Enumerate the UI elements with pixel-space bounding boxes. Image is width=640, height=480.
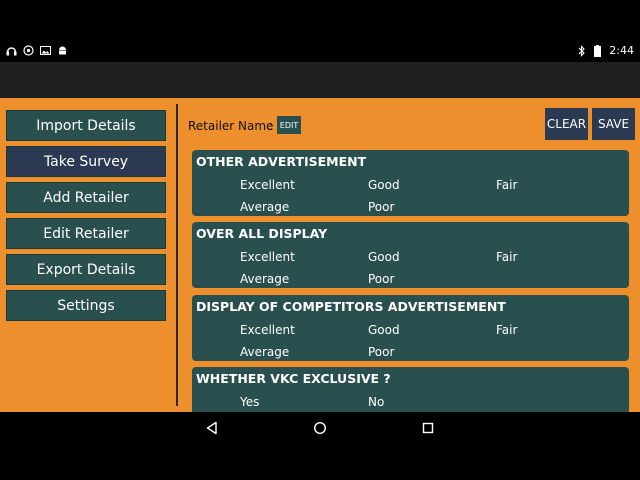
sidebar: Import Details Take Survey Add Retailer … (6, 110, 166, 326)
option-excellent[interactable]: Excellent (240, 250, 295, 264)
retailer-colon: : (269, 119, 274, 133)
question-card: OTHER ADVERTISEMENT Excellent Good Fair … (192, 150, 629, 216)
option-excellent[interactable]: Excellent (240, 323, 295, 337)
action-bar (0, 62, 640, 98)
option-yes[interactable]: Yes (240, 395, 259, 409)
clear-button[interactable]: CLEAR (545, 108, 588, 140)
settings-button[interactable]: Settings (6, 290, 166, 321)
retailer-name-label: Retailer Name (188, 119, 274, 133)
question-card: WHETHER VKC EXCLUSIVE ? Yes No (192, 367, 629, 412)
option-average[interactable]: Average (240, 345, 289, 359)
navigation-bar (0, 412, 640, 444)
question-card: OVER ALL DISPLAY Excellent Good Fair Ave… (192, 222, 629, 288)
image-icon (40, 46, 51, 55)
edit-retailer-name-button[interactable]: EDIT (277, 116, 301, 134)
question-card: DISPLAY OF COMPETITORS ADVERTISEMENT Exc… (192, 295, 629, 361)
option-excellent[interactable]: Excellent (240, 178, 295, 192)
option-average[interactable]: Average (240, 200, 289, 214)
option-good[interactable]: Good (368, 250, 400, 264)
option-no[interactable]: No (368, 395, 384, 409)
home-icon[interactable] (313, 421, 327, 435)
status-bar: 2:44 (0, 42, 640, 62)
retailer-row: Retailer Name : EDIT CLEAR SAVE (186, 108, 636, 142)
option-fair[interactable]: Fair (496, 178, 517, 192)
option-fair[interactable]: Fair (496, 250, 517, 264)
option-fair[interactable]: Fair (496, 323, 517, 337)
option-poor[interactable]: Poor (368, 272, 394, 286)
clock: 2:44 (609, 44, 634, 57)
whatsapp-icon (23, 45, 34, 56)
add-retailer-button[interactable]: Add Retailer (6, 182, 166, 213)
option-good[interactable]: Good (368, 178, 400, 192)
import-details-button[interactable]: Import Details (6, 110, 166, 141)
battery-icon (594, 44, 602, 57)
option-average[interactable]: Average (240, 272, 289, 286)
edit-retailer-button[interactable]: Edit Retailer (6, 218, 166, 249)
android-icon (59, 46, 66, 55)
export-details-button[interactable]: Export Details (6, 254, 166, 285)
headphones-icon (6, 47, 17, 56)
survey-panel: Retailer Name : EDIT CLEAR SAVE OTHER AD… (186, 108, 636, 412)
question-title: DISPLAY OF COMPETITORS ADVERTISEMENT (196, 299, 506, 314)
question-title: WHETHER VKC EXCLUSIVE ? (196, 371, 391, 386)
option-poor[interactable]: Poor (368, 200, 394, 214)
option-poor[interactable]: Poor (368, 345, 394, 359)
bluetooth-icon (578, 44, 586, 57)
recents-icon[interactable] (421, 421, 435, 435)
content-area: Import Details Take Survey Add Retailer … (0, 98, 640, 412)
divider (176, 104, 178, 406)
question-title: OTHER ADVERTISEMENT (196, 154, 367, 169)
option-good[interactable]: Good (368, 323, 400, 337)
back-icon[interactable] (205, 421, 219, 435)
take-survey-button[interactable]: Take Survey (6, 146, 166, 177)
question-title: OVER ALL DISPLAY (196, 226, 328, 241)
save-button[interactable]: SAVE (592, 108, 635, 140)
